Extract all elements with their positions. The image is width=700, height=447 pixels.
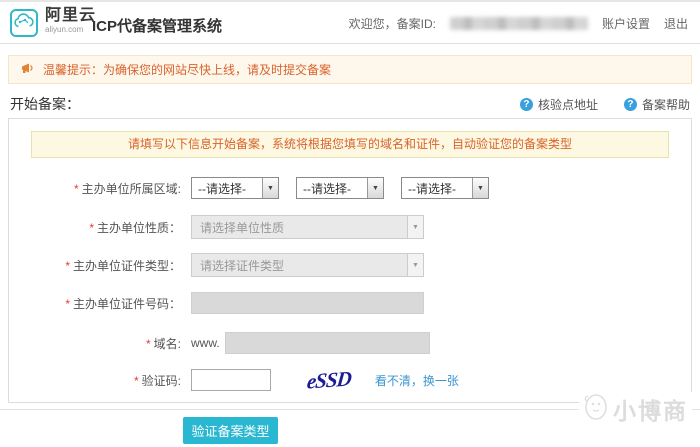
penguin-icon [583,393,609,426]
region-select-city-value: --请选择- [303,181,351,196]
system-title: ICP代备案管理系统 [92,18,223,35]
filing-help-label: 备案帮助 [641,97,690,112]
org-nature-select[interactable]: 请选择单位性质 ▼ [191,215,424,239]
domain-input[interactable] [224,332,430,354]
brand-wrap: 阿里云 aliyun.com [45,8,96,34]
filing-help-link[interactable]: ? 备案帮助 [623,96,690,113]
megaphone-icon [21,61,35,79]
icp-filing-page: 阿里云 aliyun.com ICP代备案管理系统 欢迎您，备案ID: 账户设置… [0,0,700,447]
brand-domain: aliyun.com [45,25,84,34]
domain-label: * 域名: [145,336,181,351]
header: 阿里云 aliyun.com ICP代备案管理系统 欢迎您，备案ID: 账户设置… [0,2,700,44]
required-mark: * [89,220,94,235]
required-mark: * [73,181,79,196]
cert-type-label: * 主办单位证件类型： [65,258,181,273]
region-select-province-value: --请选择- [198,181,246,196]
cloud-icon [13,12,35,34]
captcha-refresh-link[interactable]: 看不清，换一张 [375,372,459,389]
watermark-text: 小博商 [613,398,688,424]
org-nature-row: * 主办单位性质： 请选择单位性质 ▼ [9,215,693,239]
section-links: ? 核验点地址 ? 备案帮助 [519,96,690,113]
section-row: 开始备案： ? 核验点地址 ? 备案帮助 [10,94,690,114]
aliyun-logo[interactable] [10,9,38,37]
region-select-city[interactable]: --请选择- ▼ [296,177,384,199]
verify-filing-type-button[interactable]: 验证备案类型 [183,417,278,444]
notice-text: 温馨提示：为确保您的网站尽快上线，请及时提交备案 [43,63,332,77]
cert-number-label: * 主办单位证件号码： [65,296,181,311]
verification-address-label: 核验点地址 [537,97,598,112]
region-select-province[interactable]: --请选择- ▼ [191,177,279,199]
cert-number-row: * 主办单位证件号码： [9,291,693,315]
required-mark: * [65,258,70,273]
watermark: 小博商 [579,392,692,426]
notice-bar: 温馨提示：为确保您的网站尽快上线，请及时提交备案 [8,55,692,84]
logout-link[interactable]: 退出 [664,15,688,32]
help-icon: ? [519,97,533,111]
verification-address-link[interactable]: ? 核验点地址 [519,96,598,113]
account-settings-link[interactable]: 账户设置 [602,15,650,32]
region-label: * 主办单位所属区域: [73,181,181,196]
captcha-label: * 验证码: [133,373,181,388]
required-mark: * [65,296,70,311]
org-nature-label: * 主办单位性质： [89,220,181,235]
captcha-image[interactable]: eSSD [306,366,352,394]
welcome-text: 欢迎您，备案ID: [348,16,436,31]
dropdown-arrow-icon[interactable]: ▼ [262,178,278,198]
cert-type-row: * 主办单位证件类型： 请选择证件类型 ▼ [9,253,693,277]
page-title: 开始备案： [10,96,80,112]
dropdown-arrow-icon[interactable]: ▼ [407,216,423,238]
cert-type-placeholder: 请选择证件类型 [200,258,285,273]
region-row: * 主办单位所属区域: --请选择- ▼ --请选择- ▼ --请选择- ▼ [9,176,693,200]
domain-prefix: www. [191,336,220,350]
required-mark: * [145,336,151,351]
domain-row: * 域名: www. [9,331,693,355]
captcha-row: * 验证码: eSSD 看不清，换一张 [9,366,693,394]
dropdown-arrow-icon[interactable]: ▼ [407,254,423,276]
captcha-input[interactable] [191,369,271,391]
org-nature-placeholder: 请选择单位性质 [200,220,285,235]
cert-number-input[interactable] [191,292,424,314]
redacted-user-id [449,16,588,30]
header-user-area: 欢迎您，备案ID: 账户设置 退出 [349,2,688,44]
form-instruction: 请填写以下信息开始备案，系统将根据您填写的域名和证件，自动验证您的备案类型 [31,131,669,158]
dropdown-arrow-icon[interactable]: ▼ [472,178,488,198]
filing-form-panel: 请填写以下信息开始备案，系统将根据您填写的域名和证件，自动验证您的备案类型 * 主… [8,118,692,403]
cert-type-select[interactable]: 请选择证件类型 ▼ [191,253,424,277]
dropdown-arrow-icon[interactable]: ▼ [367,178,383,198]
help-icon: ? [623,97,637,111]
region-select-district[interactable]: --请选择- ▼ [401,177,489,199]
required-mark: * [133,373,139,388]
brand-name: 阿里云 [45,7,97,24]
region-select-district-value: --请选择- [408,181,456,196]
